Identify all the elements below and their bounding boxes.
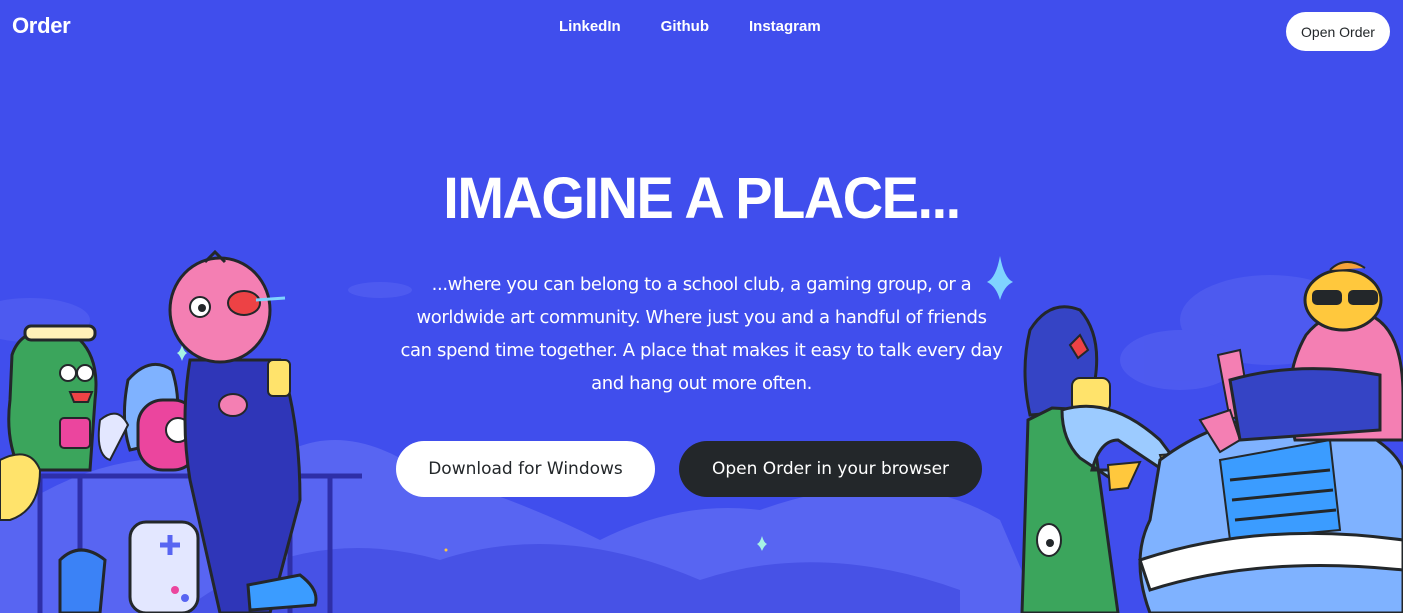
hero-description: ...where you can belong to a school club…: [400, 274, 1003, 394]
nav-link-github[interactable]: Github: [661, 18, 709, 35]
open-in-browser-button[interactable]: Open Order in your browser: [679, 441, 982, 497]
nav-links: LinkedIn Github Instagram: [559, 18, 821, 35]
download-windows-button[interactable]: Download for Windows: [396, 441, 655, 497]
gamepad-icon: [128, 520, 200, 613]
open-order-button[interactable]: Open Order: [1286, 12, 1390, 51]
hooded-character-illustration: [1020, 305, 1120, 613]
sneaker-illustration: [1138, 413, 1403, 613]
sparkle-dot: [444, 548, 448, 552]
blue-boot-illustration: [58, 548, 107, 613]
nav-link-instagram[interactable]: Instagram: [749, 18, 821, 35]
brand-logo[interactable]: Order: [12, 13, 71, 39]
nav-link-linkedin[interactable]: LinkedIn: [559, 18, 621, 35]
blue-creature-illustration: [97, 362, 200, 472]
hero-headline: IMAGINE A PLACE...: [443, 164, 961, 231]
top-navigation: Order LinkedIn Github Instagram Open Ord…: [0, 0, 1403, 62]
